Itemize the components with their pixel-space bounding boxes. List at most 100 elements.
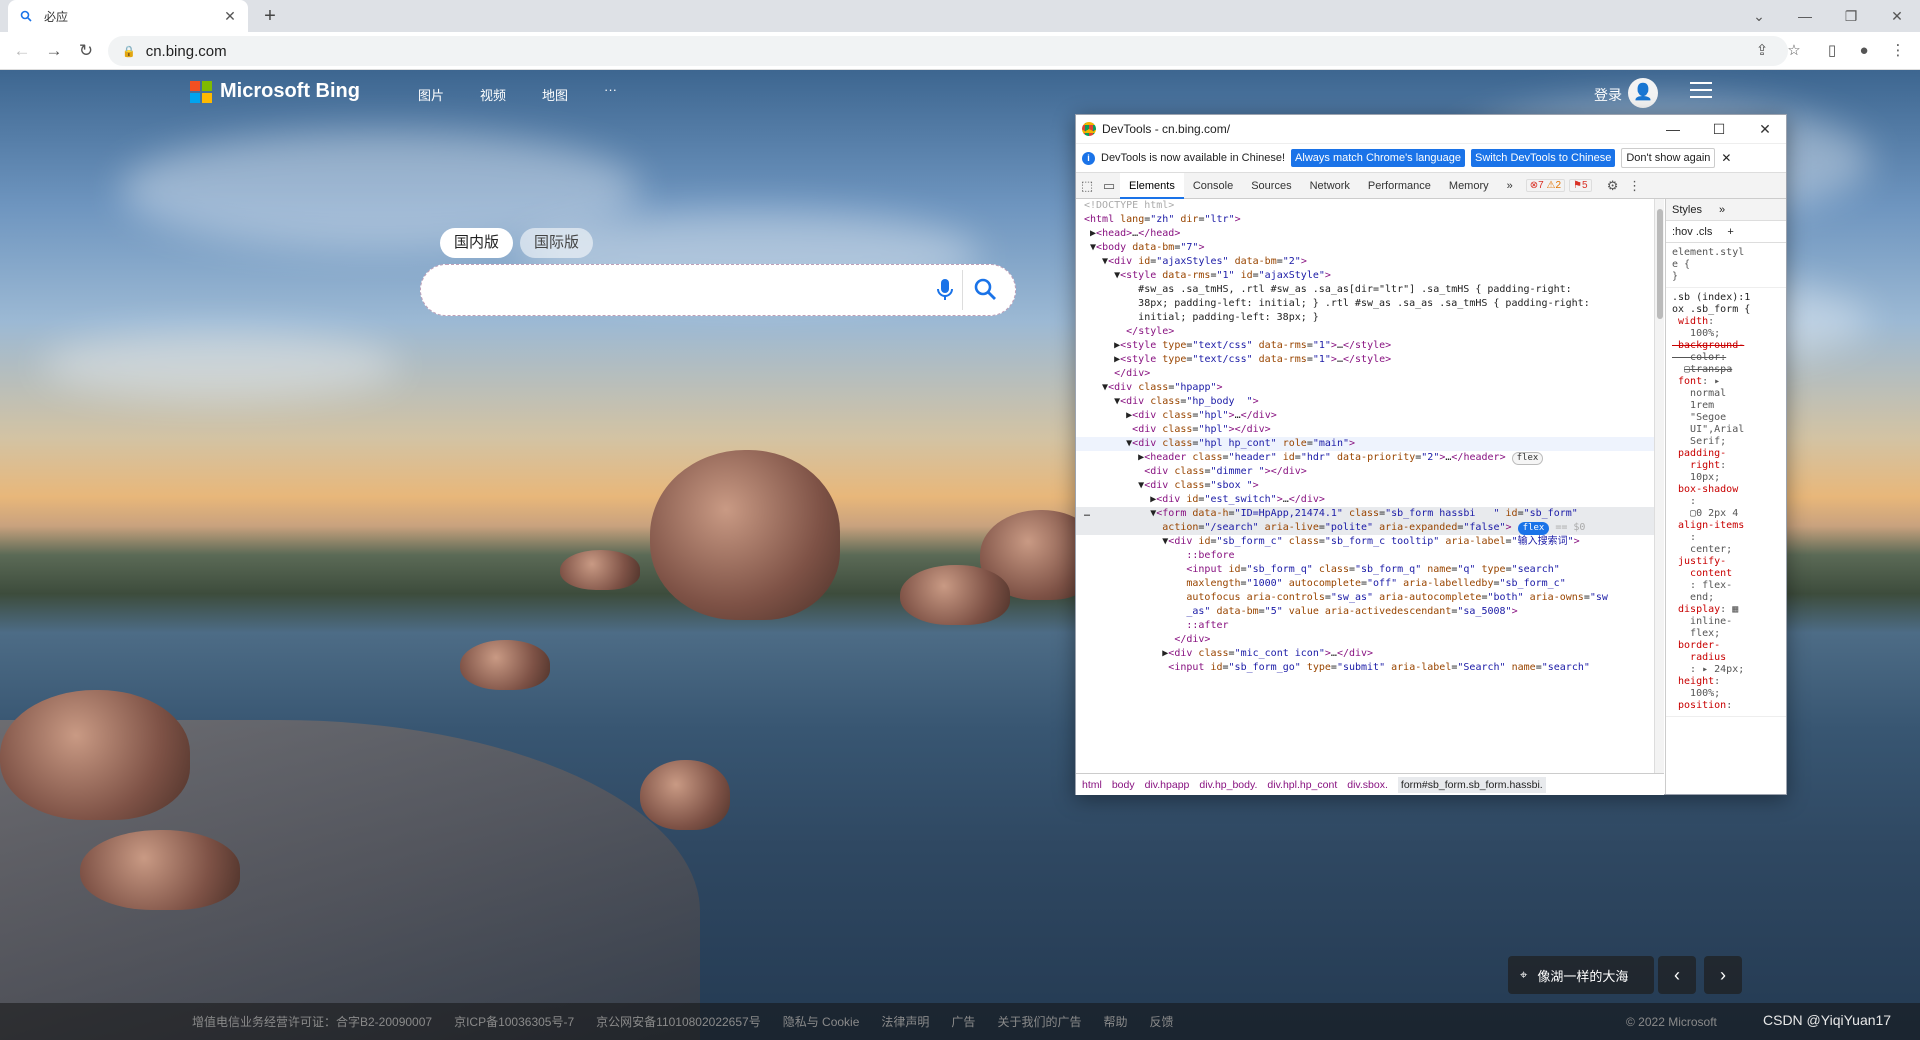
previous-image-button[interactable]: ‹ [1658, 956, 1696, 994]
dom-line[interactable]: ▶<div class="hpl">…</div> [1076, 409, 1654, 423]
bookmark-star-icon[interactable]: ☆ [1782, 39, 1806, 63]
dom-line[interactable]: ::before [1076, 549, 1654, 563]
dom-line[interactable]: <div class="hpl"></div> [1076, 423, 1654, 437]
element-style-rule[interactable]: element.styl e {} [1666, 243, 1786, 288]
nav-images[interactable]: 图片 [418, 85, 444, 104]
new-tab-button[interactable]: + [258, 4, 282, 28]
dom-line[interactable]: ▼<div class="hpapp"> [1076, 381, 1654, 395]
reload-icon[interactable]: ↻ [74, 39, 98, 63]
dom-line[interactable]: action="/search" aria-live="polite" aria… [1076, 521, 1654, 535]
footer-link-police[interactable]: 京公网安备11010802022657号 [596, 1013, 761, 1030]
bing-logo[interactable]: Microsoft Bing [190, 80, 360, 103]
devtools-menu-icon[interactable]: ⋮ [1624, 178, 1646, 194]
dom-line[interactable]: ▼<div id="sb_form_c" class="sb_form_c to… [1076, 535, 1654, 549]
devtools-close-button[interactable]: ✕ [1742, 115, 1788, 143]
dom-line[interactable]: </div> [1076, 367, 1654, 381]
nav-maps[interactable]: 地图 [542, 85, 568, 104]
styles-filter-buttons[interactable]: :hov .cls [1672, 226, 1712, 238]
image-info-button[interactable]: ⌖ 像湖一样的大海 [1508, 956, 1654, 994]
dom-line[interactable]: ▼<div class="hp_body "> [1076, 395, 1654, 409]
tab-memory[interactable]: Memory [1440, 173, 1498, 199]
tab-network[interactable]: Network [1301, 173, 1359, 199]
issues-badge[interactable]: ⚑5 [1569, 179, 1592, 192]
footer-link-icp[interactable]: 京ICP备10036305号-7 [454, 1013, 574, 1030]
footer-link-help[interactable]: 帮助 [1103, 1013, 1127, 1030]
user-avatar-icon[interactable]: 👤 [1628, 78, 1658, 108]
dom-line[interactable]: </style> [1076, 325, 1654, 339]
hamburger-menu-icon[interactable] [1690, 82, 1712, 98]
dom-line[interactable]: <html lang="zh" dir="ltr"> [1076, 213, 1654, 227]
signin-link[interactable]: 登录 [1594, 85, 1622, 105]
restore-window-button[interactable]: ❐ [1828, 0, 1874, 32]
elements-dom-tree[interactable]: <!DOCTYPE html> <html lang="zh" dir="ltr… [1076, 199, 1654, 773]
breadcrumb-item[interactable]: div.sbox. [1347, 779, 1388, 791]
dom-line[interactable]: ▼<div class="hpl hp_cont" role="main"> [1076, 437, 1654, 451]
breadcrumb-item[interactable]: div.hpl.hp_cont [1267, 779, 1337, 791]
nav-more[interactable]: ··· [604, 82, 617, 97]
dom-line[interactable]: <input id="sb_form_q" class="sb_form_q" … [1076, 563, 1654, 577]
dom-line[interactable]: maxlength="1000" autocomplete="off" aria… [1076, 577, 1654, 591]
dom-line[interactable]: ::after [1076, 619, 1654, 633]
dom-line[interactable]: _as" data-bm="5" value aria-activedescen… [1076, 605, 1654, 619]
dom-line[interactable]: ▶<header class="header" id="hdr" data-pr… [1076, 451, 1654, 465]
tab-elements[interactable]: Elements [1120, 172, 1184, 199]
close-window-button[interactable]: ✕ [1874, 0, 1920, 32]
dom-line[interactable]: <div class="dimmer "></div> [1076, 465, 1654, 479]
browser-tab-bing[interactable]: 必应 ✕ [8, 0, 248, 32]
tab-search-icon[interactable]: ⌄ [1736, 0, 1782, 32]
dom-line[interactable]: ▶<div class="mic_cont icon">…</div> [1076, 647, 1654, 661]
dom-line[interactable]: initial; padding-left: 38px; } [1076, 311, 1654, 325]
breadcrumb-item[interactable]: div.hp_body. [1199, 779, 1257, 791]
dom-line[interactable]: ▶<div id="est_switch">…</div> [1076, 493, 1654, 507]
sb-form-style-rule[interactable]: .sb (index):1 ox .sb_form { width: 100%; … [1666, 288, 1786, 717]
device-toolbar-icon[interactable]: ▭ [1098, 178, 1120, 194]
breadcrumb-item[interactable]: body [1112, 779, 1135, 791]
match-language-button[interactable]: Always match Chrome's language [1291, 149, 1466, 167]
inspect-element-icon[interactable]: ⬚ [1076, 178, 1098, 194]
devtools-minimize-button[interactable]: — [1650, 115, 1696, 143]
footer-link-feedback[interactable]: 反馈 [1149, 1013, 1173, 1030]
footer-link-ads[interactable]: 广告 [951, 1013, 975, 1030]
infobar-close-icon[interactable]: ✕ [1721, 151, 1731, 165]
devtools-maximize-button[interactable]: ☐ [1696, 115, 1742, 143]
breadcrumb-item[interactable]: html [1082, 779, 1102, 791]
tab-console[interactable]: Console [1184, 173, 1242, 199]
footer-link-about-ads[interactable]: 关于我们的广告 [997, 1013, 1081, 1030]
settings-gear-icon[interactable]: ⚙ [1602, 178, 1624, 194]
dom-line[interactable]: ▼<div class="sbox "> [1076, 479, 1654, 493]
dom-line[interactable]: ▼<style data-rms="1" id="ajaxStyle"> [1076, 269, 1654, 283]
share-icon[interactable]: ⇪ [1750, 39, 1774, 63]
nav-videos[interactable]: 视频 [480, 85, 506, 104]
microphone-icon[interactable] [930, 274, 960, 306]
search-magnifier-icon[interactable] [970, 274, 1000, 306]
dom-line[interactable]: … ▼<form data-h="ID=HpApp,21474.1" class… [1076, 507, 1654, 521]
dom-line[interactable]: 38px; padding-left: initial; } .rtl #sw_… [1076, 297, 1654, 311]
search-input[interactable] [441, 275, 941, 307]
dom-line[interactable]: ▼<div id="ajaxStyles" data-bm="2"> [1076, 255, 1654, 269]
footer-link-legal[interactable]: 法律声明 [881, 1013, 929, 1030]
dont-show-again-button[interactable]: Don't show again [1621, 148, 1716, 168]
add-style-rule-icon[interactable]: + [1727, 226, 1733, 238]
tab-performance[interactable]: Performance [1359, 173, 1440, 199]
dom-line[interactable]: ▼<body data-bm="7"> [1076, 241, 1654, 255]
dom-line[interactable]: ▶<head>…</head> [1076, 227, 1654, 241]
dom-line[interactable]: #sw_as .sa_tmHS, .rtl #sw_as .sa_as[dir=… [1076, 283, 1654, 297]
dom-line[interactable]: <input id="sb_form_go" type="submit" ari… [1076, 661, 1654, 675]
tab-sources[interactable]: Sources [1242, 173, 1300, 199]
region-intl-tab[interactable]: 国际版 [520, 228, 594, 258]
elements-scrollbar[interactable] [1654, 199, 1664, 773]
footer-link-license[interactable]: 增值电信业务经营许可证：合字B2-20090007 [192, 1013, 432, 1030]
tab-close-icon[interactable]: ✕ [222, 8, 238, 24]
browser-menu-icon[interactable]: ⋮ [1886, 39, 1910, 63]
lock-icon[interactable]: 🔒 [122, 45, 136, 58]
dom-line[interactable]: ▶<style type="text/css" data-rms="1">…</… [1076, 353, 1654, 367]
switch-chinese-button[interactable]: Switch DevTools to Chinese [1471, 149, 1616, 167]
dom-line[interactable]: ▶<style type="text/css" data-rms="1">…</… [1076, 339, 1654, 353]
breadcrumb-item-selected[interactable]: form#sb_form.sb_form.hassbi. [1397, 776, 1546, 793]
dom-line[interactable]: autofocus aria-controls="sw_as" aria-aut… [1076, 591, 1654, 605]
more-tabs-button[interactable]: » [1498, 173, 1522, 199]
forward-arrow-icon[interactable]: → [42, 39, 66, 63]
profile-icon[interactable]: ● [1852, 39, 1876, 63]
next-image-button[interactable]: › [1704, 956, 1742, 994]
styles-more-button[interactable]: » [1719, 204, 1725, 216]
